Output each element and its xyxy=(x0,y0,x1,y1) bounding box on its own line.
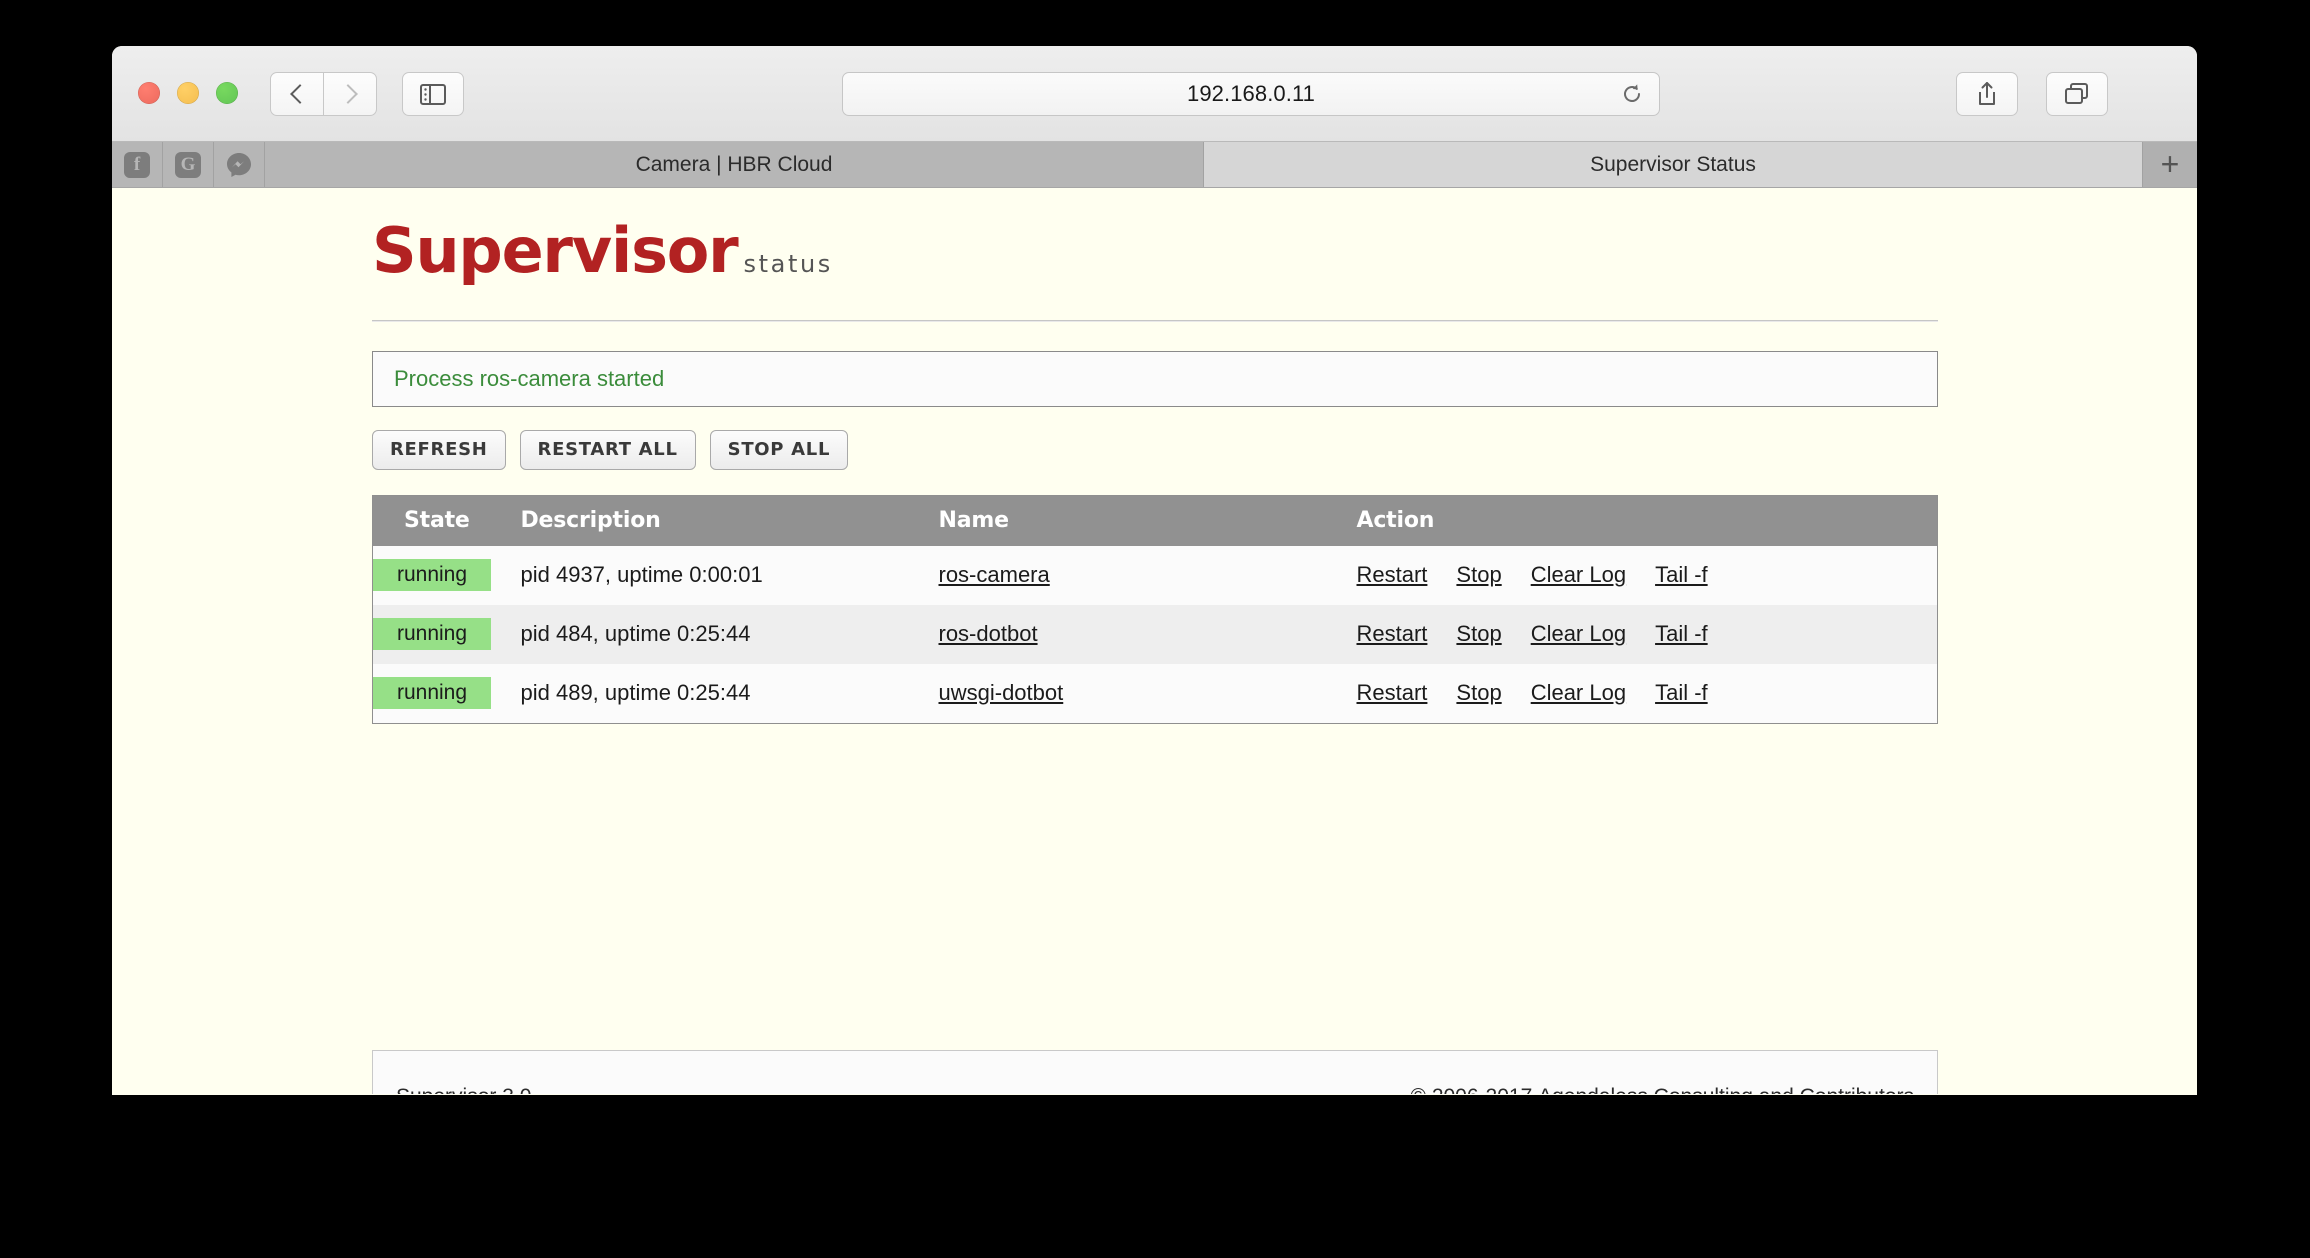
pinned-tab-messenger[interactable] xyxy=(214,142,265,187)
restart-link[interactable]: Restart xyxy=(1357,562,1428,588)
cell-state: running xyxy=(373,664,521,724)
logo-title: Supervisor xyxy=(372,214,739,287)
messenger-icon xyxy=(227,152,251,177)
status-message-box: Process ros-camera started xyxy=(372,351,1938,407)
address-bar[interactable]: 192.168.0.11 xyxy=(842,72,1660,116)
process-status-table: State Description Name Action running pi… xyxy=(372,495,1938,724)
action-links: Restart Stop Clear Log Tail -f xyxy=(1357,562,1938,588)
process-link[interactable]: ros-camera xyxy=(939,562,1050,587)
reload-icon xyxy=(1624,84,1640,102)
cell-name: ros-dotbot xyxy=(939,605,1357,664)
back-button[interactable] xyxy=(270,72,324,116)
facebook-icon: f xyxy=(124,151,150,178)
stop-link[interactable]: Stop xyxy=(1456,562,1501,588)
google-icon: G xyxy=(175,151,201,178)
process-link[interactable]: ros-dotbot xyxy=(939,621,1038,646)
cell-description: pid 489, uptime 0:25:44 xyxy=(520,680,751,705)
column-header-state: State xyxy=(404,508,470,533)
cell-name: uwsgi-dotbot xyxy=(939,664,1357,724)
restart-link[interactable]: Restart xyxy=(1357,680,1428,706)
browser-window: 192.168.0.11 f G Camera | HBR Cloud Supe… xyxy=(112,46,2197,1095)
cell-name: ros-camera xyxy=(939,546,1357,605)
logo-subtitle: status xyxy=(743,250,833,278)
refresh-button[interactable]: REFRESH xyxy=(372,430,506,470)
page-footer: Supervisor 3.0 © 2006-2017 Agendaless Co… xyxy=(372,1050,1938,1094)
tail-f-link[interactable]: Tail -f xyxy=(1655,680,1708,706)
cell-action: Restart Stop Clear Log Tail -f xyxy=(1357,605,1938,664)
table-body: running pid 4937, uptime 0:00:01 ros-cam… xyxy=(372,546,1938,724)
maximize-window-button[interactable] xyxy=(216,82,238,104)
table-head: State Description Name Action xyxy=(372,495,1938,546)
footer-copyright: © 2006-2017 Agendaless Consulting and Co… xyxy=(1411,1085,1914,1095)
stop-link[interactable]: Stop xyxy=(1456,621,1501,647)
cell-action: Restart Stop Clear Log Tail -f xyxy=(1357,546,1938,605)
supervisor-logo: Supervisor status xyxy=(372,188,1938,282)
table-row: running pid 4937, uptime 0:00:01 ros-cam… xyxy=(372,546,1938,605)
footer-version: Supervisor 3.0 xyxy=(396,1085,531,1095)
cell-description: pid 4937, uptime 0:00:01 xyxy=(520,562,763,587)
share-icon xyxy=(1979,82,1995,105)
header-divider xyxy=(372,320,1938,322)
tab-overview-button[interactable] xyxy=(2046,72,2108,116)
copyright-text: © 2006-2017 xyxy=(1411,1085,1533,1095)
cell-state: running xyxy=(373,546,521,605)
pinned-tab-google[interactable]: G xyxy=(163,142,214,187)
tabs-overview-icon xyxy=(2065,83,2088,104)
agendaless-link[interactable]: Agendaless Consulting and Contributors xyxy=(1538,1085,1914,1095)
share-button[interactable] xyxy=(1956,72,2018,116)
cell-state: running xyxy=(373,605,521,664)
sidebar-icon xyxy=(420,83,446,105)
page-viewport: Supervisor status Process ros-camera sta… xyxy=(112,188,2197,1094)
supervisor-content: Supervisor status Process ros-camera sta… xyxy=(372,188,1938,724)
status-badge: running xyxy=(373,618,491,650)
pinned-tab-facebook[interactable]: f xyxy=(112,142,163,187)
action-links: Restart Stop Clear Log Tail -f xyxy=(1357,680,1938,706)
table-row: running pid 489, uptime 0:25:44 uwsgi-do… xyxy=(372,664,1938,724)
forward-button[interactable] xyxy=(323,72,377,116)
restart-link[interactable]: Restart xyxy=(1357,621,1428,647)
restart-all-button[interactable]: RESTART ALL xyxy=(519,430,696,470)
column-header-name: Name xyxy=(938,508,1010,533)
url-text: 192.168.0.11 xyxy=(1186,81,1316,106)
tail-f-link[interactable]: Tail -f xyxy=(1655,562,1708,588)
column-header-description: Description xyxy=(520,508,661,533)
column-header-action: Action xyxy=(1356,508,1435,533)
forward-chevron-icon xyxy=(337,84,358,104)
action-links: Restart Stop Clear Log Tail -f xyxy=(1357,621,1938,647)
stop-link[interactable]: Stop xyxy=(1456,680,1501,706)
version-number: 3.0 xyxy=(502,1085,531,1095)
tail-f-link[interactable]: Tail -f xyxy=(1655,621,1708,647)
clear-log-link[interactable]: Clear Log xyxy=(1531,621,1626,647)
clear-log-link[interactable]: Clear Log xyxy=(1531,562,1626,588)
close-window-button[interactable] xyxy=(138,82,160,104)
action-button-bar: REFRESH RESTART ALL STOP ALL xyxy=(372,430,1938,470)
window-controls xyxy=(138,82,238,104)
tab-supervisor-status[interactable]: Supervisor Status xyxy=(1204,142,2143,187)
new-tab-button[interactable]: + xyxy=(2143,142,2197,187)
sidebar-toggle-button[interactable] xyxy=(402,72,464,116)
browser-toolbar: 192.168.0.11 xyxy=(112,46,2197,142)
status-badge: running xyxy=(373,559,491,591)
stop-all-button[interactable]: STOP ALL xyxy=(709,430,849,470)
table-header-row: State Description Name Action xyxy=(372,495,1938,546)
cell-action: Restart Stop Clear Log Tail -f xyxy=(1357,664,1938,724)
cell-description: pid 484, uptime 0:25:44 xyxy=(520,621,751,646)
tab-camera-hbr-cloud[interactable]: Camera | HBR Cloud xyxy=(265,142,1204,187)
status-badge: running xyxy=(373,677,491,709)
status-message-text: Process ros-camera started xyxy=(394,366,665,391)
minimize-window-button[interactable] xyxy=(177,82,199,104)
tab-bar: f G Camera | HBR Cloud Supervisor Status… xyxy=(112,142,2197,188)
table-row: running pid 484, uptime 0:25:44 ros-dotb… xyxy=(372,605,1938,664)
reload-button[interactable] xyxy=(1619,81,1645,107)
clear-log-link[interactable]: Clear Log xyxy=(1531,680,1626,706)
supervisor-link[interactable]: Supervisor xyxy=(396,1085,496,1095)
process-link[interactable]: uwsgi-dotbot xyxy=(939,680,1064,705)
back-chevron-icon xyxy=(289,84,310,104)
